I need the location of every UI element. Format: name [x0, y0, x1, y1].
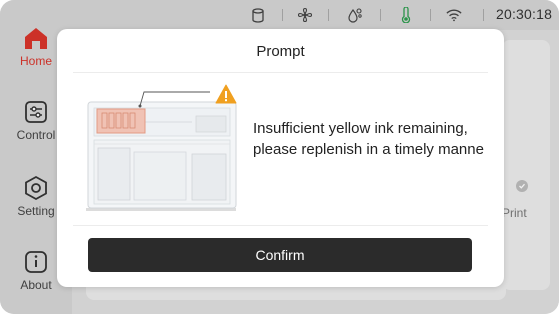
warning-triangle-icon	[215, 84, 237, 104]
divider	[73, 225, 488, 226]
device-screen: 20:30:18 Home Control Setting About Prin…	[0, 0, 559, 314]
dialog-message: Insufficient yellow ink remaining, pleas…	[253, 120, 484, 158]
divider	[73, 72, 488, 73]
prompt-dialog: Prompt Insufficient yellow ink remaining…	[57, 29, 504, 287]
dialog-title: Prompt	[256, 43, 305, 60]
confirm-button[interactable]: Confirm	[88, 238, 472, 272]
